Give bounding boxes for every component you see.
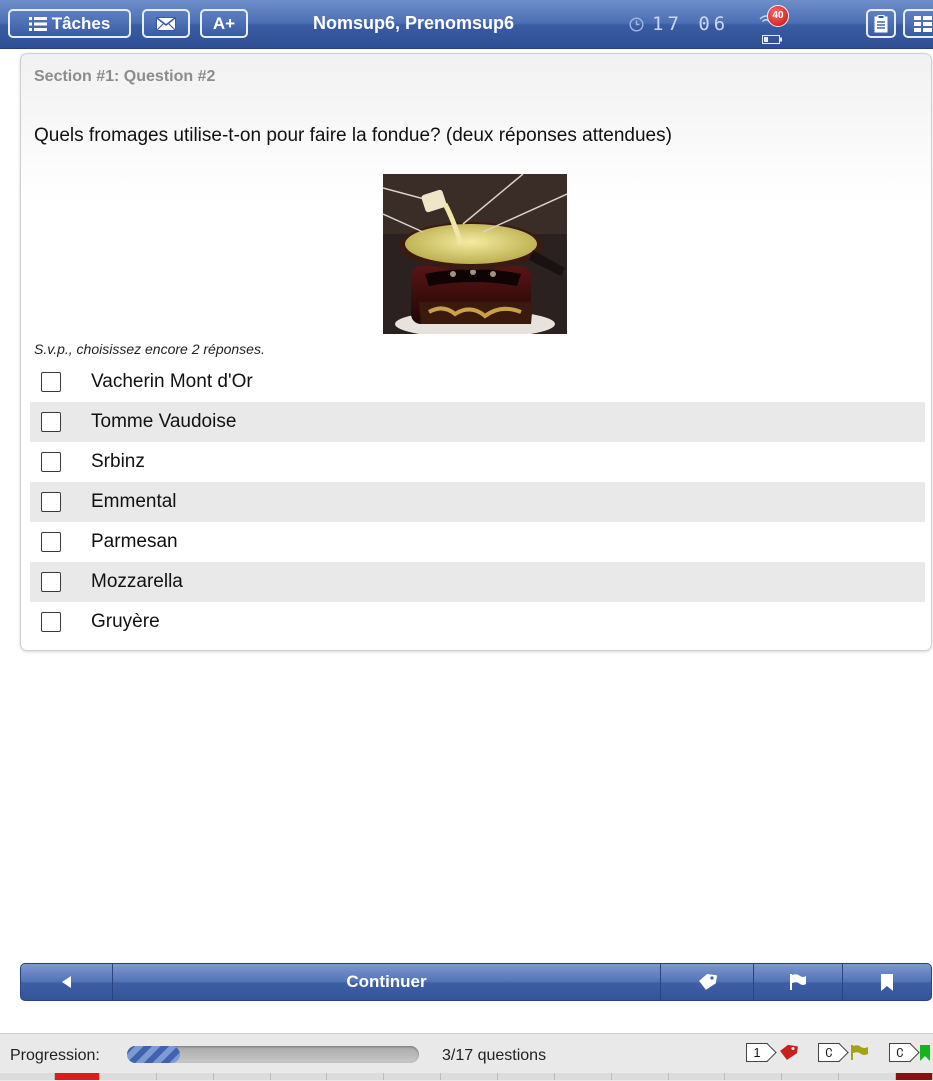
overview-button[interactable]: [903, 9, 933, 38]
bookmark-icon: [881, 973, 893, 991]
progress-bar: [127, 1046, 419, 1063]
bookmark-icon: [920, 1044, 930, 1061]
section-label: Section #1: Question #2: [34, 68, 216, 85]
tasks-label: Tâches: [51, 14, 111, 33]
answer-checkbox[interactable]: [41, 492, 61, 512]
tag-button[interactable]: [660, 964, 753, 1000]
notes-button[interactable]: [866, 9, 896, 38]
flag-icon: [851, 1045, 868, 1060]
answer-label: Vacherin Mont d'Or: [91, 371, 253, 392]
answer-checkbox[interactable]: [41, 612, 61, 632]
clock-icon: [629, 16, 644, 32]
current-question-marker[interactable]: [55, 1073, 100, 1080]
flag-icon: [790, 974, 806, 990]
time-display: 17 06: [652, 13, 730, 35]
progress-bar-fill: [127, 1046, 180, 1063]
font-size-label: A+: [212, 14, 236, 33]
student-name: Nomsup6, Prenomsup6: [313, 13, 515, 33]
fondue-image: [383, 174, 567, 334]
flagged-counter[interactable]: 0: [818, 1043, 869, 1062]
progress-label: Progression:: [10, 1047, 100, 1064]
continue-button[interactable]: Continuer: [113, 964, 660, 1000]
back-button[interactable]: [21, 964, 113, 1000]
top-bar: Tâches A+ Nomsup6, Prenomsup6 17 06 40: [0, 0, 933, 49]
answer-label: Emmental: [91, 491, 177, 512]
messages-button[interactable]: [142, 9, 190, 38]
answer-label: Parmesan: [91, 531, 178, 552]
answer-label: Mozzarella: [91, 571, 183, 592]
font-size-button[interactable]: A+: [200, 9, 248, 38]
connection-status[interactable]: 40: [759, 5, 789, 45]
flag-button[interactable]: [753, 964, 842, 1000]
answer-checkbox[interactable]: [41, 412, 61, 432]
answer-label: Tomme Vaudoise: [91, 411, 237, 432]
answer-checkbox[interactable]: [41, 372, 61, 392]
answer-option[interactable]: Gruyère: [30, 602, 925, 642]
answer-option[interactable]: Parmesan: [30, 522, 925, 562]
tag-icon: [780, 1044, 798, 1060]
bookmarked-counter[interactable]: 0: [889, 1043, 930, 1062]
timer: 17 06: [629, 13, 729, 35]
notification-badge: 40: [767, 5, 789, 27]
answer-option[interactable]: Tomme Vaudoise: [30, 402, 925, 442]
list-icon: [28, 16, 47, 31]
envelope-icon: [156, 16, 176, 31]
tasks-button[interactable]: Tâches: [8, 9, 131, 38]
selection-hint: S.v.p., choisissez encore 2 réponses.: [34, 341, 265, 357]
question-text: Quels fromages utilise-t-on pour faire l…: [34, 125, 672, 146]
triangle-left-icon: [61, 976, 71, 988]
answer-option[interactable]: Mozzarella: [30, 562, 925, 602]
answer-option[interactable]: Vacherin Mont d'Or: [30, 362, 925, 402]
answer-option[interactable]: Srbinz: [30, 442, 925, 482]
flagged-count: 0: [818, 1043, 840, 1062]
bookmarked-count: 0: [889, 1043, 911, 1062]
bookmark-button[interactable]: [842, 964, 931, 1000]
question-card: Section #1: Question #2 Quels fromages u…: [20, 53, 932, 651]
grid-icon: [914, 15, 932, 32]
answer-option[interactable]: Emmental: [30, 482, 925, 522]
navigation-bar: Continuer: [20, 963, 932, 1001]
battery-icon: [762, 35, 782, 44]
question-map-strip: [0, 1073, 933, 1080]
answer-checkbox[interactable]: [41, 452, 61, 472]
answer-label: Srbinz: [91, 451, 145, 472]
tagged-counter[interactable]: 1: [746, 1043, 799, 1062]
tag-icon: [699, 973, 717, 990]
clipboard-icon: [874, 14, 888, 32]
answer-options: Vacherin Mont d'Or Tomme Vaudoise Srbinz…: [30, 362, 925, 642]
tagged-count: 1: [746, 1043, 768, 1062]
answer-checkbox[interactable]: [41, 532, 61, 552]
question-count: 3/17 questions: [442, 1047, 547, 1064]
answer-label: Gruyère: [91, 611, 160, 632]
answer-checkbox[interactable]: [41, 572, 61, 592]
